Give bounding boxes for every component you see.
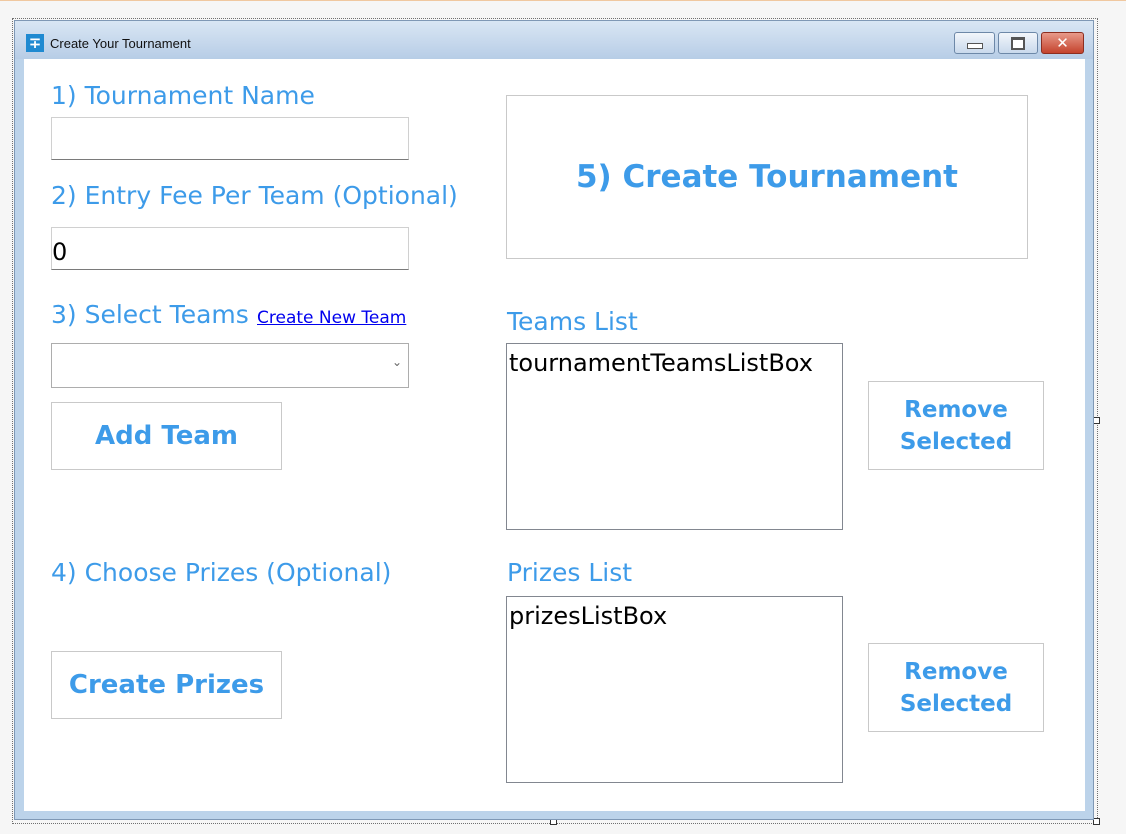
teams-list-label: Teams List — [507, 307, 638, 336]
close-button[interactable]: ✕ — [1041, 32, 1084, 54]
maximize-icon — [1011, 37, 1025, 50]
list-item[interactable]: prizesListBox — [509, 602, 840, 630]
create-prizes-button[interactable]: Create Prizes — [51, 651, 282, 719]
create-tournament-button[interactable]: 5) Create Tournament — [506, 95, 1028, 259]
remove-selected-teams-label: Remove Selected — [899, 396, 1013, 455]
prizes-list-label: Prizes List — [507, 558, 633, 587]
entry-fee-field[interactable] — [51, 227, 409, 270]
teams-listbox[interactable]: tournamentTeamsListBox — [506, 343, 843, 530]
prizes-listbox[interactable]: prizesListBox — [506, 596, 843, 783]
resize-handle-corner[interactable] — [1093, 818, 1100, 825]
tournament-name-field[interactable] — [51, 117, 409, 160]
select-teams-label: 3) Select Teams — [51, 300, 249, 329]
choose-prizes-label: 4) Choose Prizes (Optional) — [51, 558, 392, 587]
tournament-name-input[interactable] — [52, 124, 408, 159]
title-bar[interactable]: ∓ Create Your Tournament ✕ — [15, 21, 1093, 59]
remove-selected-prizes-button[interactable]: Remove Selected — [868, 643, 1044, 732]
resize-handle-right[interactable] — [1093, 417, 1100, 424]
list-item[interactable]: tournamentTeamsListBox — [509, 349, 840, 377]
add-team-button[interactable]: Add Team — [51, 402, 282, 470]
entry-fee-label: 2) Entry Fee Per Team (Optional) — [51, 181, 458, 210]
remove-selected-prizes-label: Remove Selected — [899, 658, 1013, 717]
select-team-dropdown[interactable]: ⌄ — [51, 343, 409, 388]
app-icon: ∓ — [26, 34, 44, 52]
tournament-name-label: 1) Tournament Name — [51, 81, 315, 110]
form-client-area: 1) Tournament Name 2) Entry Fee Per Team… — [24, 59, 1085, 811]
create-new-team-link[interactable]: Create New Team — [257, 308, 406, 328]
chevron-down-icon[interactable]: ⌄ — [392, 355, 402, 369]
close-icon: ✕ — [1056, 34, 1069, 52]
remove-selected-teams-button[interactable]: Remove Selected — [868, 381, 1044, 470]
maximize-button[interactable] — [998, 32, 1038, 54]
designer-top-border — [0, 0, 1126, 1]
minimize-icon — [966, 43, 983, 49]
minimize-button[interactable] — [954, 32, 995, 54]
form-window: ∓ Create Your Tournament ✕ 1) Tournament… — [14, 20, 1094, 820]
entry-fee-input[interactable] — [52, 234, 408, 269]
window-title: Create Your Tournament — [50, 36, 191, 51]
